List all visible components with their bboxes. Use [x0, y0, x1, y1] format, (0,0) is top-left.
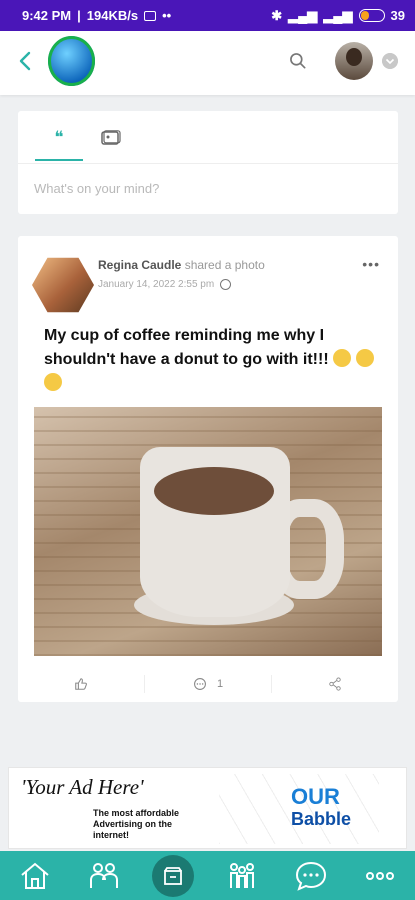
battery-level: 39 — [390, 8, 405, 23]
post-text: My cup of coffee reminding me why I shou… — [44, 324, 384, 396]
home-icon — [20, 862, 49, 889]
signal-icon-2: ▂▄▆ — [323, 7, 353, 23]
post-header: Regina Caudle shared a photo — [98, 258, 265, 272]
friends-icon — [89, 862, 118, 888]
emoji-icon — [44, 373, 62, 391]
status-time: 9:42 PM — [22, 8, 72, 23]
quote-icon: ❝ — [54, 128, 64, 147]
nav-more[interactable] — [358, 854, 402, 898]
post-action: shared a photo — [184, 258, 265, 272]
store-icon — [163, 866, 182, 885]
post-card: Regina Caudle shared a photo January 14,… — [18, 236, 398, 702]
emoji-icon — [355, 349, 374, 367]
nav-home[interactable] — [13, 854, 57, 898]
post-photo[interactable] — [34, 407, 382, 656]
tab-quote[interactable]: ❝ — [40, 123, 78, 153]
like-icon — [75, 678, 87, 690]
status-input[interactable]: What's on your mind? — [34, 181, 159, 196]
post-options-icon[interactable]: ••• — [362, 256, 380, 272]
status-bar: 9:42 PM | 194KB/s •• ✱ ▂▄▆ ▂▄▆ 39 — [0, 0, 415, 31]
globe-icon — [220, 279, 232, 290]
ad-banner[interactable]: 'Your Ad Here' The most affordable Adver… — [8, 767, 407, 849]
ad-brand-top: OUR — [291, 784, 340, 809]
nav-store[interactable] — [151, 854, 195, 898]
app-bar — [0, 31, 415, 95]
post-composer: ❝ What's on your mind? — [18, 111, 398, 214]
more-icon — [366, 871, 395, 880]
ad-title: 'Your Ad Here' — [21, 775, 144, 799]
more-notifications-icon: •• — [162, 8, 172, 23]
bottom-nav — [0, 851, 415, 900]
store-button-bg — [151, 854, 194, 897]
app-logo[interactable] — [48, 36, 95, 86]
share-icon — [329, 677, 341, 691]
chevron-down-icon[interactable] — [382, 53, 398, 69]
post-date[interactable]: January 14, 2022 2:55 pm — [98, 279, 214, 290]
post-text-content: My cup of coffee reminding me why I shou… — [44, 327, 329, 368]
post-meta: January 14, 2022 2:55 pm — [98, 279, 232, 290]
bluetooth-icon: ✱ — [271, 7, 283, 23]
battery-icon — [358, 9, 385, 22]
ad-subtitle: The most affordable Advertising on the i… — [93, 808, 180, 840]
chat-icon — [296, 861, 327, 891]
search-icon[interactable] — [288, 51, 308, 71]
signal-icon: ▂▄▆ — [288, 7, 318, 23]
like-button[interactable] — [18, 675, 145, 693]
active-tab-indicator — [35, 159, 83, 161]
nav-chat[interactable] — [289, 854, 333, 898]
emoji-icon — [333, 349, 352, 367]
nav-friends[interactable] — [82, 854, 126, 898]
message-icon — [144, 10, 157, 21]
divider — [18, 163, 398, 164]
photo-icon — [101, 130, 121, 145]
chevron-left-icon[interactable] — [14, 49, 38, 73]
avatar[interactable] — [335, 42, 373, 80]
comment-count: 1 — [216, 678, 224, 690]
coffee — [154, 467, 274, 515]
ad-brand-bottom: Babble — [291, 809, 352, 829]
comment-button[interactable]: 1 — [145, 675, 272, 693]
share-button[interactable] — [272, 675, 398, 693]
tab-photo[interactable] — [92, 123, 130, 153]
post-actions: 1 — [18, 666, 398, 702]
nav-groups[interactable] — [220, 854, 264, 898]
author-name[interactable]: Regina Caudle — [98, 258, 181, 272]
author-avatar[interactable] — [32, 257, 94, 313]
status-speed: 194KB/s — [86, 8, 139, 23]
groups-icon — [230, 862, 255, 888]
comment-icon — [193, 678, 206, 690]
